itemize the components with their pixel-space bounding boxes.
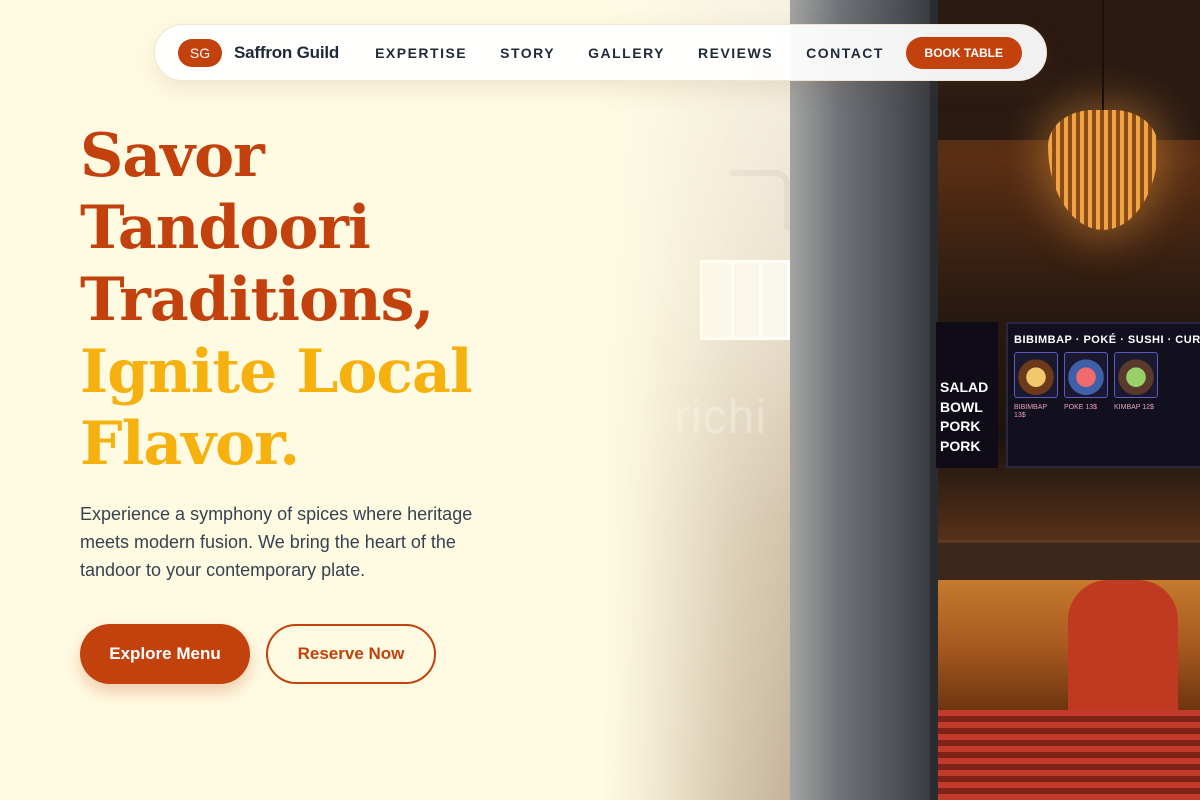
cook-figure [1068, 580, 1178, 710]
brand-name: Saffron Guild [234, 42, 340, 62]
hero-title-line: Savor [80, 121, 265, 191]
nav-links: EXPERTISE STORY GALLERY REVIEWS CONTACT [375, 45, 884, 61]
counter-front [938, 710, 1200, 800]
nav-link-gallery[interactable]: GALLERY [588, 45, 665, 61]
pendant-lamp [1048, 0, 1158, 230]
side-board-line: BOWL [940, 398, 983, 415]
menu-dish-image [1064, 352, 1108, 398]
menu-caption: KIMBAP 12$ [1114, 404, 1154, 411]
brand-logo[interactable]: SG Saffron Guild [178, 38, 340, 67]
navbar: SG Saffron Guild EXPERTISE STORY GALLERY… [154, 24, 1047, 81]
explore-menu-button[interactable]: Explore Menu [80, 624, 250, 684]
hero-title: Savor Tandoori Traditions, Ignite Local … [80, 120, 600, 480]
restaurant-interior: SALAD BOWL PORK PORK BIBIMBAP · POKÉ · S… [936, 0, 1200, 800]
book-table-button[interactable]: BOOK TABLE [905, 36, 1022, 69]
hero-image: SALAD BOWL PORK PORK BIBIMBAP · POKÉ · S… [600, 0, 1200, 800]
side-board-line: PORK [940, 437, 981, 454]
hero-highlight-line: Ignite Local [80, 337, 473, 407]
side-menu-board: SALAD BOWL PORK PORK [936, 322, 998, 468]
nav-link-reviews[interactable]: REVIEWS [698, 45, 773, 61]
brand-badge: SG [178, 38, 222, 67]
nav-link-story[interactable]: STORY [500, 45, 555, 61]
hero-title-line: Tandoori [80, 193, 371, 263]
menu-board: BIBIMBAP · POKÉ · SUSHI · CURRY BIBIMBAP… [1006, 322, 1200, 468]
image-fade [600, 0, 840, 800]
hero-description: Experience a symphony of spices where he… [80, 504, 473, 580]
menu-caption: BIBIMBAP 13$ [1014, 404, 1047, 420]
nav-link-contact[interactable]: CONTACT [806, 45, 884, 61]
menu-dish-image [1114, 352, 1158, 398]
hero-title-line: Traditions, [80, 265, 434, 335]
menu-dish-image [1014, 352, 1058, 398]
side-board-line: SALAD [940, 379, 989, 395]
counter [938, 540, 1200, 580]
nav-link-expertise[interactable]: EXPERTISE [375, 45, 467, 61]
reserve-now-button[interactable]: Reserve Now [266, 624, 436, 684]
side-board-line: PORK [940, 418, 981, 435]
hero-highlight-line: Flavor. [80, 409, 300, 479]
menu-caption: POKE 13$ [1064, 404, 1098, 411]
menu-board-title: BIBIMBAP · POKÉ · SUSHI · CURRY [1014, 334, 1200, 346]
